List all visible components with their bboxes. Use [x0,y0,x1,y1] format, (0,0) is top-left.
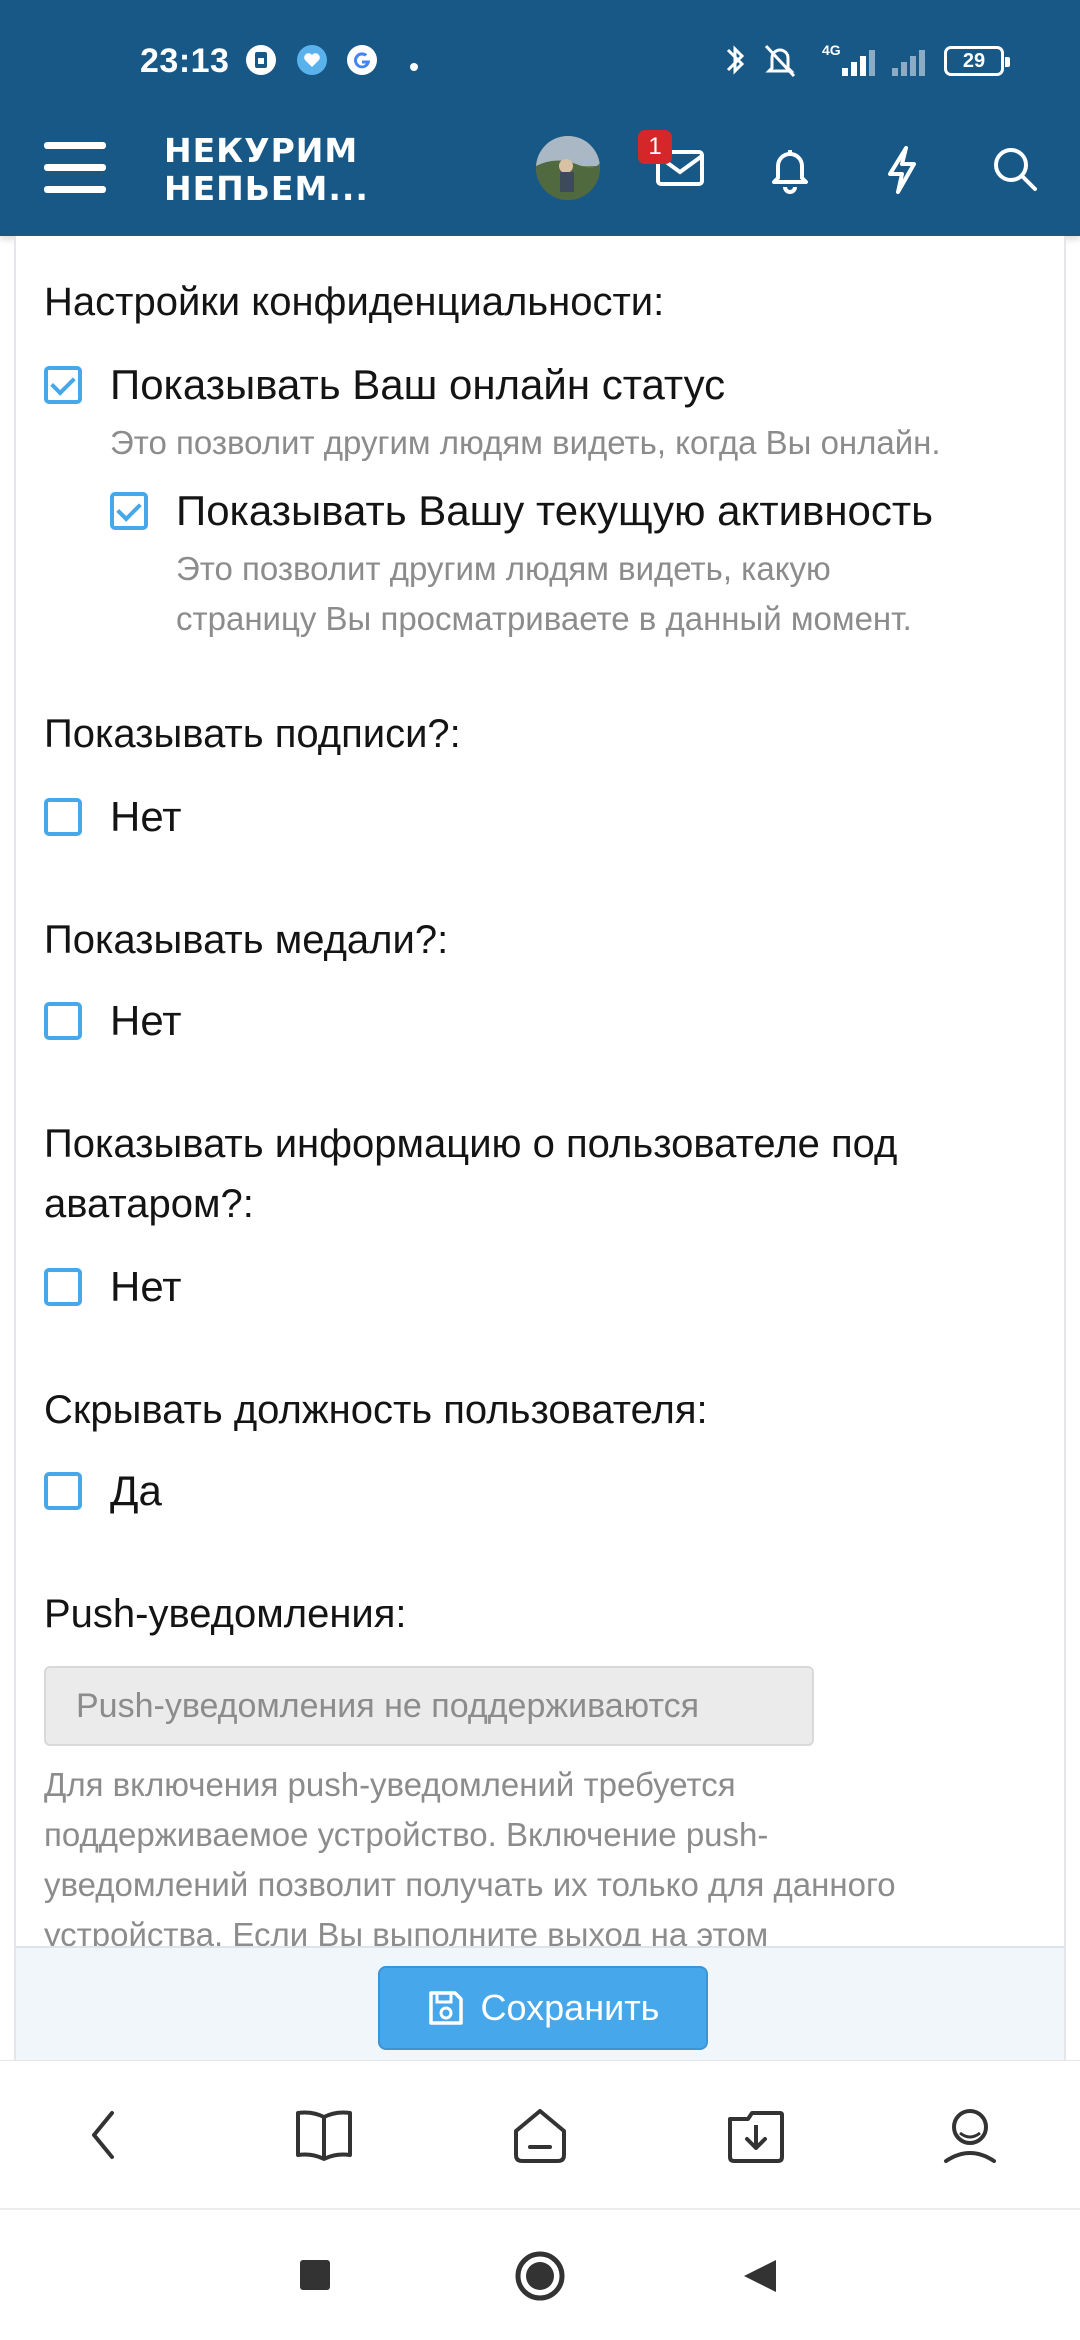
logo-line-2: НЕПЬЕМ... [164,169,369,208]
medals-checkbox[interactable] [44,1002,82,1040]
activity-hint-line-1: Это позволит другим людям видеть, какую [176,550,831,587]
bluetooth-icon [722,40,748,85]
activity-option[interactable]: Показывать Вашу текущую активность [110,482,933,540]
medals-option-label: Нет [110,997,182,1044]
save-button[interactable]: Сохранить [378,1966,708,2050]
hide-title-option[interactable]: Да [44,1462,162,1520]
settings-form: Настройки конфиденциальности: Показывать… [14,236,1066,1946]
activity-label: Показывать Вашу текущую активность [176,487,934,534]
top-navbar: НЕКУРИМ НЕПЬЕМ... 1 [0,120,1080,236]
lightning-icon[interactable] [880,144,924,201]
user-info-title-line-1: Показывать информацию о пользователе под [44,1122,898,1166]
form-submit-bar: Сохранить [14,1946,1066,2060]
back-icon[interactable] [84,2105,124,2170]
back-triangle-icon[interactable] [740,2256,780,2301]
messages-badge: 1 [638,130,672,164]
save-button-label: Сохранить [480,1987,660,2028]
push-unsupported-button: Push-уведомления не поддерживаются [44,1666,814,1746]
online-status-option[interactable]: Показывать Ваш онлайн статус [44,356,725,414]
push-title: Push-уведомления: [44,1592,407,1636]
logo-line-1: НЕКУРИМ [164,131,359,170]
recents-icon[interactable] [298,2258,332,2297]
user-info-option[interactable]: Нет [44,1258,182,1316]
online-status-label: Показывать Ваш онлайн статус [110,361,726,408]
avatar[interactable] [536,136,600,200]
site-logo[interactable]: НЕКУРИМ НЕПЬЕМ... [164,132,369,208]
hide-title-checkbox[interactable] [44,1472,82,1510]
push-hint-line-3: уведомлений позволит получать их только … [44,1866,896,1903]
battery-indicator: 29 [944,46,1010,76]
activity-hint-line-2: страницу Вы просматриваете в данный моме… [176,600,912,637]
medals-option[interactable]: Нет [44,992,182,1050]
home-icon[interactable] [508,2105,572,2170]
network-type-text: 4G [822,42,841,58]
google-icon [346,44,378,81]
signal-icon-1 [840,44,884,83]
search-icon[interactable] [990,144,1040,199]
push-hint-line-4: устройства. Если Вы выполните выход на э… [44,1916,769,1946]
download-icon[interactable] [724,2105,788,2170]
notification-dot-icon [410,58,418,76]
user-info-option-label: Нет [110,1263,182,1310]
browser-toolbar [0,2060,1080,2208]
signatures-title: Показывать подписи?: [44,712,461,756]
medals-title: Показывать медали?: [44,918,449,962]
sim-card-icon [246,44,276,81]
signatures-checkbox[interactable] [44,798,82,836]
user-info-title-line-2: аватаром?: [44,1182,254,1226]
hide-title-title: Скрывать должность пользователя: [44,1388,708,1432]
status-time: 23:13 [140,42,230,80]
signal-icon-2 [890,44,934,83]
activity-checkbox[interactable] [110,492,148,530]
heart-app-icon [296,44,328,81]
book-icon[interactable] [292,2105,356,2170]
push-hint-line-2: поддерживаемое устройство. Включение pus… [44,1816,769,1853]
menu-icon[interactable] [44,142,106,194]
hide-title-option-label: Да [110,1467,162,1514]
privacy-settings-title: Настройки конфиденциальности: [44,280,665,324]
status-bar: 23:13 4G 29 [0,0,1080,120]
bell-muted-icon [760,40,800,85]
profile-icon[interactable] [940,2105,1000,2170]
push-hint-line-1: Для включения push-уведомлений требуется [44,1766,736,1803]
home-circle-icon[interactable] [514,2250,566,2307]
signatures-option-label: Нет [110,793,182,840]
online-status-hint: Это позволит другим людям видеть, когда … [110,424,941,461]
online-status-checkbox[interactable] [44,366,82,404]
signatures-option[interactable]: Нет [44,788,182,846]
system-navigation-bar [0,2208,1080,2340]
bell-icon[interactable] [766,144,814,201]
save-icon [427,1989,465,2027]
user-info-checkbox[interactable] [44,1268,82,1306]
app-header: 23:13 4G 29 НЕКУРИМ НЕПЬЕМ... 1 [0,0,1080,236]
